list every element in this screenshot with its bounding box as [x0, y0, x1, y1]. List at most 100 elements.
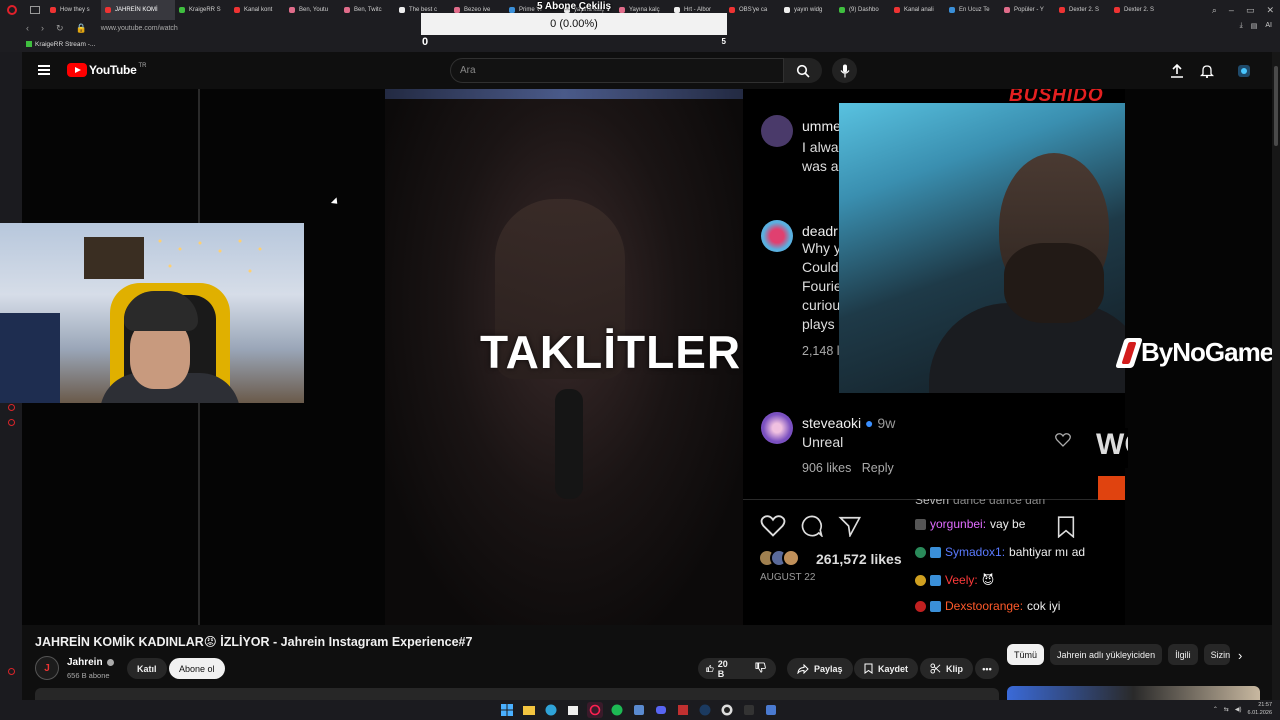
edge-icon[interactable]	[543, 702, 559, 718]
tab-label: Popüler - Y	[1014, 7, 1044, 13]
maximize-button[interactable]: ▭	[1246, 5, 1255, 16]
discord-icon[interactable]	[653, 702, 669, 718]
forward-icon[interactable]: ›	[41, 23, 44, 34]
browser-tab[interactable]: Ben, Twitc	[340, 0, 395, 20]
app-icon[interactable]	[675, 702, 691, 718]
obs-icon[interactable]	[719, 702, 735, 718]
notifications-button[interactable]	[1198, 62, 1216, 80]
store-icon[interactable]	[565, 702, 581, 718]
chip-all[interactable]: Tümü	[1007, 644, 1045, 665]
browser-tab[interactable]: yayın widg	[780, 0, 835, 20]
chip-from-uploader[interactable]: Jahrein adlı yükleyiciden	[1050, 644, 1163, 665]
app-icon[interactable]	[741, 702, 757, 718]
browser-tab[interactable]: OBS'ye ca	[725, 0, 780, 20]
opera-gx-icon[interactable]	[587, 702, 603, 718]
browser-tab[interactable]: En Ucuz Te	[945, 0, 1000, 20]
search-icon	[796, 64, 810, 78]
browser-tab[interactable]: (9) Dashbo	[835, 0, 890, 20]
clip-button[interactable]: Klip	[920, 658, 973, 679]
lock-icon[interactable]: 🔒	[76, 23, 87, 34]
browser-tab[interactable]: Popüler - Y	[1000, 0, 1055, 20]
more-actions-button[interactable]: •••	[975, 658, 999, 679]
youtube-logo[interactable]: YouTube TR	[67, 63, 146, 77]
description-box[interactable]	[35, 688, 999, 700]
upload-button[interactable]	[1168, 62, 1186, 80]
voice-search-button[interactable]	[832, 58, 857, 83]
browser-tab[interactable]: How they s	[46, 0, 101, 20]
sidebar-more-icon[interactable]	[8, 668, 15, 675]
minimize-button[interactable]: –	[1229, 5, 1234, 15]
app-icon[interactable]	[631, 702, 647, 718]
chips-next-chevron-icon[interactable]: ›	[1238, 648, 1242, 663]
browser-tab[interactable]: Dexter 2. S	[1110, 0, 1165, 20]
close-window-button[interactable]: ✕	[1266, 5, 1274, 16]
network-icon[interactable]: ⇆	[1224, 706, 1229, 713]
workspaces-icon[interactable]	[30, 6, 40, 14]
account-avatar[interactable]	[1235, 62, 1253, 80]
browser-tab[interactable]: Kanal kont	[230, 0, 285, 20]
like-button[interactable]: 20 B	[706, 659, 731, 679]
thumbs-down-icon	[755, 662, 766, 673]
browser-tab[interactable]: JAHREİN KOMİ	[101, 0, 175, 20]
tab-favicon-icon	[50, 7, 56, 13]
comment-text: Fourie	[802, 278, 842, 294]
tab-label: How they s	[60, 7, 90, 13]
ai-button[interactable]: AI	[1265, 22, 1272, 30]
browser-tab[interactable]: KraigeRR S	[175, 0, 230, 20]
page-scrollbar[interactable]	[1272, 52, 1280, 700]
browser-tab[interactable]: Kanal anali	[890, 0, 945, 20]
sidebar-opera-icon[interactable]	[8, 404, 15, 411]
chip-related[interactable]: İlgili	[1168, 644, 1198, 665]
browser-tab[interactable]: Dexter 2. S	[1055, 0, 1110, 20]
tab-label: En Ucuz Te	[959, 7, 990, 13]
share-button[interactable]: Paylaş	[787, 658, 853, 679]
search-tabs-icon[interactable]: ⌕	[1212, 5, 1217, 16]
tab-label: Dexter 2. S	[1124, 7, 1155, 13]
steam-icon[interactable]	[697, 702, 713, 718]
bookmark-item[interactable]: KraigeRR Stream -...	[26, 41, 95, 48]
comment-text: plays	[802, 316, 835, 332]
save-button[interactable]: Kaydet	[854, 658, 919, 679]
download-icon[interactable]: ⤓	[1240, 22, 1243, 30]
extensions-icon[interactable]: ▤	[1251, 22, 1258, 30]
back-icon[interactable]: ‹	[26, 23, 29, 34]
chat-badge-icon	[930, 574, 941, 586]
video-overlay-title: TAKLİTLER	[480, 326, 742, 378]
recommendation-filter-chips: Tümü Jahrein adlı yükleyiciden İlgili Si…	[1007, 644, 1230, 665]
sidebar-settings-icon[interactable]	[8, 419, 15, 426]
chat-line: Seven dance dance dan	[915, 499, 1046, 507]
app-icon[interactable]	[763, 702, 779, 718]
bookmark-save-icon	[1057, 516, 1075, 538]
window-controls: ⌕ – ▭ ✕	[1212, 0, 1274, 20]
search-button[interactable]	[784, 58, 822, 83]
url-field[interactable]: www.youtube.com/watch	[101, 25, 178, 32]
reload-icon[interactable]: ↻	[56, 23, 64, 34]
volume-icon[interactable]: ◀)	[1235, 706, 1242, 713]
search-input[interactable]: Ara	[450, 58, 784, 83]
tray-chevron-icon[interactable]: ⌃	[1213, 706, 1218, 713]
browser-tab[interactable]: Ben, Youtu	[285, 0, 340, 20]
thumbs-up-icon	[706, 664, 714, 673]
comment-text: Unreal	[802, 434, 844, 450]
partial-logo-text: WO	[1096, 428, 1128, 468]
subscribe-button[interactable]: Abone ol	[169, 658, 225, 679]
spotify-icon[interactable]	[609, 702, 625, 718]
start-windows-icon[interactable]	[499, 702, 515, 718]
recommended-video-thumbnail[interactable]	[1007, 686, 1260, 700]
menu-icon[interactable]	[38, 65, 50, 75]
opera-logo-icon[interactable]	[0, 0, 24, 20]
channel-name[interactable]: Jahrein	[67, 657, 114, 668]
join-button[interactable]: Katıl	[127, 658, 167, 679]
liker-avatars	[758, 549, 800, 567]
chip-for-you[interactable]: Sizin	[1203, 644, 1230, 665]
scrollbar-thumb[interactable]	[1274, 66, 1278, 146]
channel-avatar[interactable]: J	[35, 656, 59, 680]
file-explorer-icon[interactable]	[521, 702, 537, 718]
tab-label: Dexter 2. S	[1069, 7, 1100, 13]
tab-label: Kanal anali	[904, 7, 934, 13]
dislike-button[interactable]	[755, 662, 766, 675]
clock[interactable]: 21:57 6.01.2026	[1248, 701, 1272, 717]
windows-taskbar: ⌃ ⇆ ◀) 21:57 6.01.2026	[0, 700, 1280, 720]
post-actions	[760, 515, 862, 537]
streamer-webcam-left	[0, 223, 304, 403]
